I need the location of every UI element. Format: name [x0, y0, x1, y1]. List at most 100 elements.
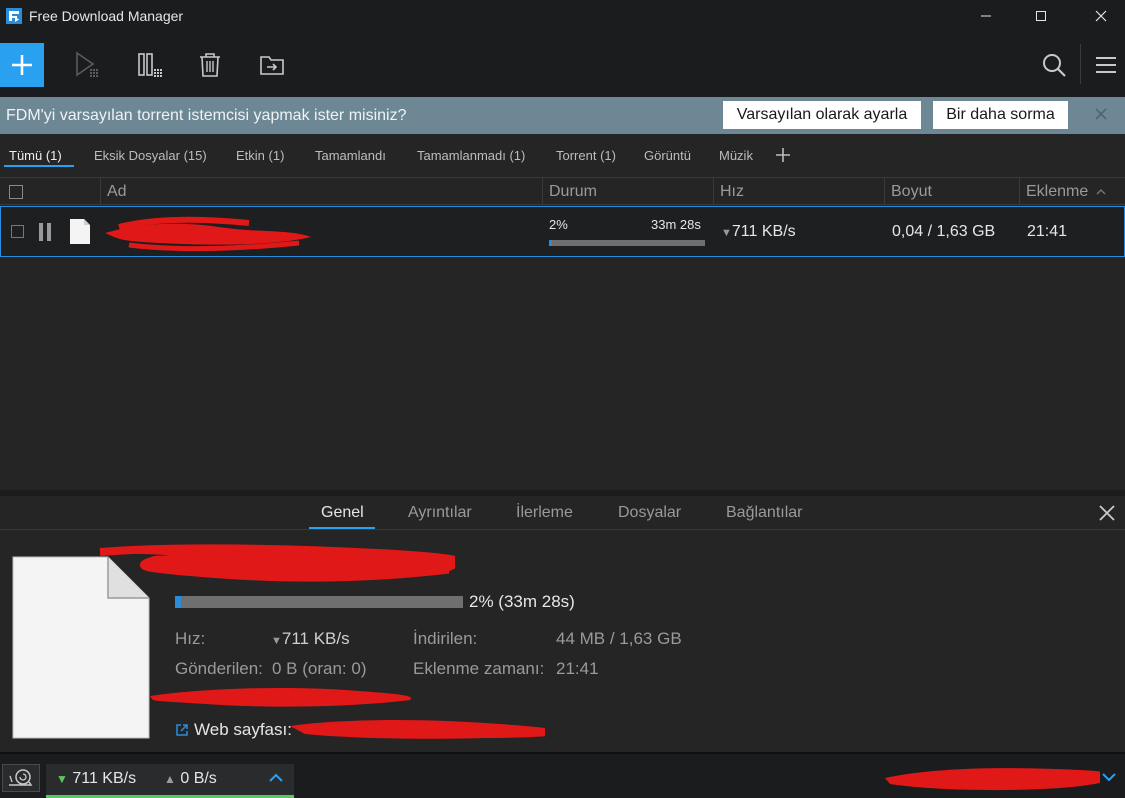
added-time-label: Eklenme zamanı: — [413, 659, 545, 678]
up-arrow-icon: ▲ — [164, 772, 176, 786]
title-bar: Free Download Manager — [0, 0, 1125, 32]
row-speed-value: 711 KB/s — [731, 223, 796, 240]
tab-missing-files[interactable]: Eksik Dosyalar (15) — [94, 148, 207, 163]
play-all-icon — [76, 51, 98, 77]
select-all-column[interactable] — [0, 178, 100, 205]
row-progress-bar — [549, 240, 705, 246]
total-upload-speed: ▲ 0 B/s — [164, 770, 217, 788]
redacted-filename — [105, 216, 311, 252]
pause-icon[interactable] — [38, 222, 52, 242]
dont-ask-again-button[interactable]: Bir daha sorma — [933, 101, 1068, 129]
select-all-checkbox[interactable] — [9, 184, 23, 199]
column-speed[interactable]: Hız — [713, 178, 884, 205]
redacted-save-path — [150, 688, 412, 707]
sent-label: Gönderilen: — [175, 659, 263, 678]
redacted-web-url — [290, 720, 545, 739]
search-icon — [1043, 54, 1066, 77]
column-added[interactable]: Eklenme — [1019, 178, 1125, 205]
chevron-up-icon[interactable] — [268, 770, 284, 786]
external-link-icon — [176, 724, 188, 736]
menu-button[interactable] — [1090, 49, 1122, 81]
active-tab-indicator — [4, 165, 74, 167]
delete-button[interactable] — [194, 49, 226, 81]
set-default-button[interactable]: Varsayılan olarak ayarla — [723, 101, 921, 129]
speed-value-text: 711 KB/s — [281, 629, 350, 648]
speed-value: ▼711 KB/s — [271, 629, 350, 649]
close-icon — [1095, 108, 1107, 120]
added-time-value: 21:41 — [556, 659, 599, 678]
column-status[interactable]: Durum — [542, 178, 713, 205]
minimize-button[interactable] — [963, 0, 1009, 32]
default-client-banner: FDM'yi varsayılan torrent istemcisi yapm… — [0, 97, 1125, 134]
tab-music[interactable]: Müzik — [719, 148, 753, 163]
tab-progress[interactable]: İlerleme — [516, 504, 573, 522]
status-bar: ▼ 711 KB/s ▲ 0 B/s — [0, 752, 1125, 798]
tab-image[interactable]: Görüntü — [644, 148, 691, 163]
redacted-status-info — [885, 768, 1100, 791]
speed-summary[interactable]: ▼ 711 KB/s ▲ 0 B/s — [46, 764, 294, 798]
add-download-button[interactable] — [0, 43, 44, 87]
toolbar-divider — [1080, 44, 1081, 84]
details-progress-bar — [175, 596, 463, 608]
pause-all-button[interactable] — [134, 49, 166, 81]
details-active-tab-indicator — [309, 527, 375, 529]
tab-incomplete[interactable]: Tamamlanmadı (1) — [417, 148, 525, 163]
tab-details[interactable]: Ayrıntılar — [408, 504, 472, 522]
move-to-folder-button[interactable] — [256, 49, 288, 81]
row-speed: ▼711 KB/s — [721, 223, 796, 241]
speed-limit-button[interactable] — [2, 764, 40, 792]
search-button[interactable] — [1038, 49, 1070, 81]
row-size: 0,04 / 1,63 GB — [892, 223, 996, 240]
tab-all[interactable]: Tümü (1) — [9, 148, 62, 163]
download-list-empty-area — [0, 258, 1125, 490]
column-name[interactable]: Ad — [100, 178, 542, 205]
table-row[interactable]: 2% 33m 28s ▼711 KB/s 0,04 / 1,63 GB 21:4… — [0, 206, 1125, 257]
tab-torrent[interactable]: Torrent (1) — [556, 148, 616, 163]
chevron-down-icon[interactable] — [1101, 770, 1117, 784]
sort-ascending-icon — [1096, 188, 1106, 194]
hamburger-icon — [1096, 57, 1116, 73]
sent-value: 0 B (oran: 0) — [272, 659, 367, 678]
total-download-speed-value: 711 KB/s — [72, 770, 137, 787]
close-details-button[interactable] — [1098, 504, 1116, 522]
row-progress-fill — [549, 240, 553, 246]
tab-connections[interactable]: Bağlantılar — [726, 504, 803, 522]
details-progress-text: 2% (33m 28s) — [469, 592, 575, 611]
tab-general[interactable]: Genel — [321, 504, 364, 522]
details-progress-fill — [175, 596, 181, 608]
row-percent: 2% — [549, 217, 568, 232]
tab-completed[interactable]: Tamamlandı — [315, 148, 386, 163]
folder-move-icon — [260, 56, 284, 75]
row-added: 21:41 — [1027, 223, 1068, 240]
column-size[interactable]: Boyut — [884, 178, 1019, 205]
down-arrow-icon: ▼ — [271, 635, 282, 647]
web-page-link[interactable]: Web sayfası: — [175, 720, 292, 740]
pause-all-icon — [138, 53, 162, 77]
row-checkbox[interactable] — [11, 225, 24, 238]
tab-files[interactable]: Dosyalar — [618, 504, 681, 522]
banner-message: FDM'yi varsayılan torrent istemcisi yapm… — [6, 106, 407, 124]
filter-tabs: Tümü (1) Eksik Dosyalar (15) Etkin (1) T… — [0, 134, 1125, 177]
trash-icon — [200, 53, 220, 77]
row-eta: 33m 28s — [651, 217, 701, 232]
down-arrow-icon: ▼ — [721, 227, 732, 239]
minimize-icon — [981, 15, 991, 17]
table-header: Ad Durum Hız Boyut Eklenme — [0, 177, 1125, 205]
close-icon — [1095, 10, 1107, 22]
add-filter-button[interactable] — [776, 148, 790, 167]
details-tabs: Genel Ayrıntılar İlerleme Dosyalar Bağla… — [0, 496, 1125, 530]
downloaded-label: İndirilen: — [413, 629, 478, 648]
banner-close-button[interactable] — [1092, 105, 1110, 123]
start-button[interactable] — [72, 49, 104, 81]
web-page-label: Web sayfası: — [194, 720, 292, 739]
plus-icon — [12, 55, 32, 75]
app-logo-icon — [6, 8, 22, 24]
close-window-button[interactable] — [1078, 0, 1124, 32]
maximize-button[interactable] — [1018, 0, 1064, 32]
plus-icon — [776, 148, 790, 162]
toolbar — [0, 32, 1125, 97]
window-title: Free Download Manager — [29, 8, 184, 24]
column-added-label: Eklenme — [1026, 182, 1089, 200]
tab-active[interactable]: Etkin (1) — [236, 148, 284, 163]
maximize-icon — [1036, 11, 1046, 21]
